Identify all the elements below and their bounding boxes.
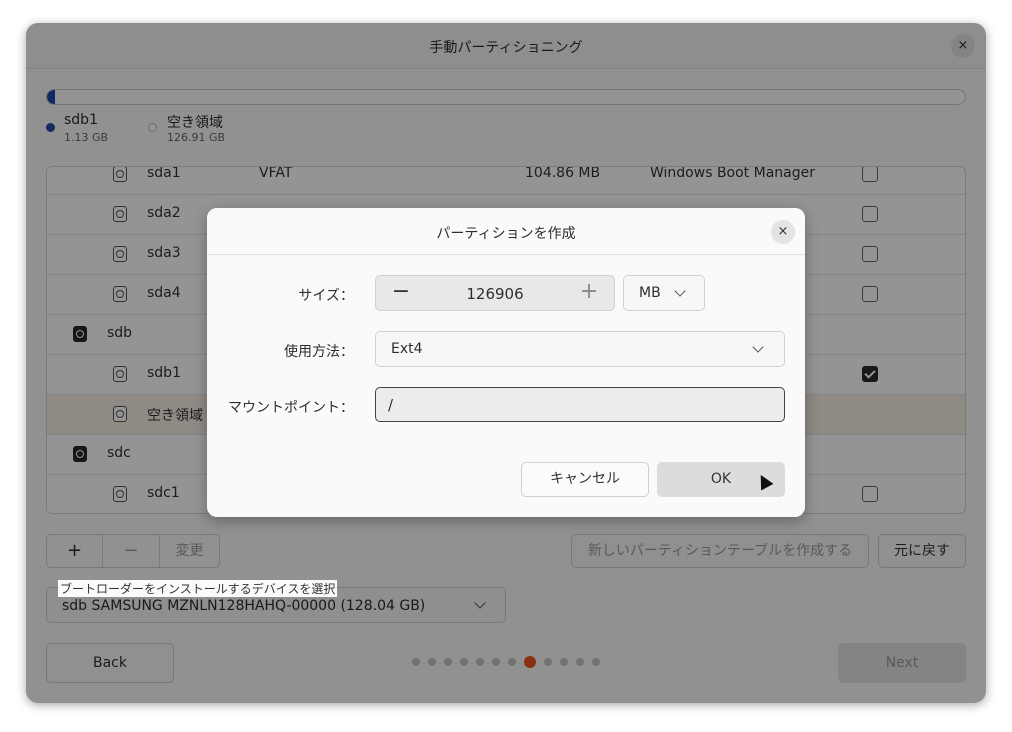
- use-as-label: 使用方法：: [284, 344, 354, 360]
- chevron-down-icon: [674, 285, 686, 297]
- chevron-down-icon: [752, 341, 764, 353]
- increase-size-button[interactable]: +: [574, 279, 604, 304]
- mount-point-label: マウントポイント：: [228, 400, 354, 416]
- dialog-title: パーティションを作成: [436, 226, 576, 242]
- size-unit-select[interactable]: MB: [623, 275, 705, 311]
- use-as-value: Ext4: [391, 341, 423, 357]
- decrease-size-button[interactable]: −: [386, 279, 416, 304]
- create-partition-dialog: パーティションを作成 × サイズ： − 126906 + MB 使用方法： Ex…: [207, 208, 805, 517]
- dialog-close-icon[interactable]: ×: [771, 220, 795, 244]
- bootloader-label: ブートローダーをインストールするデバイスを選択: [58, 580, 338, 597]
- size-spinner[interactable]: − 126906 +: [375, 275, 615, 311]
- dialog-title-bar: パーティションを作成 ×: [207, 208, 805, 255]
- use-as-select[interactable]: Ext4: [375, 331, 785, 367]
- size-label: サイズ：: [298, 288, 354, 304]
- mount-point-input[interactable]: [375, 387, 785, 422]
- cancel-button[interactable]: キャンセル: [521, 462, 649, 497]
- size-unit-value: MB: [639, 285, 661, 301]
- size-value[interactable]: 126906: [436, 285, 554, 303]
